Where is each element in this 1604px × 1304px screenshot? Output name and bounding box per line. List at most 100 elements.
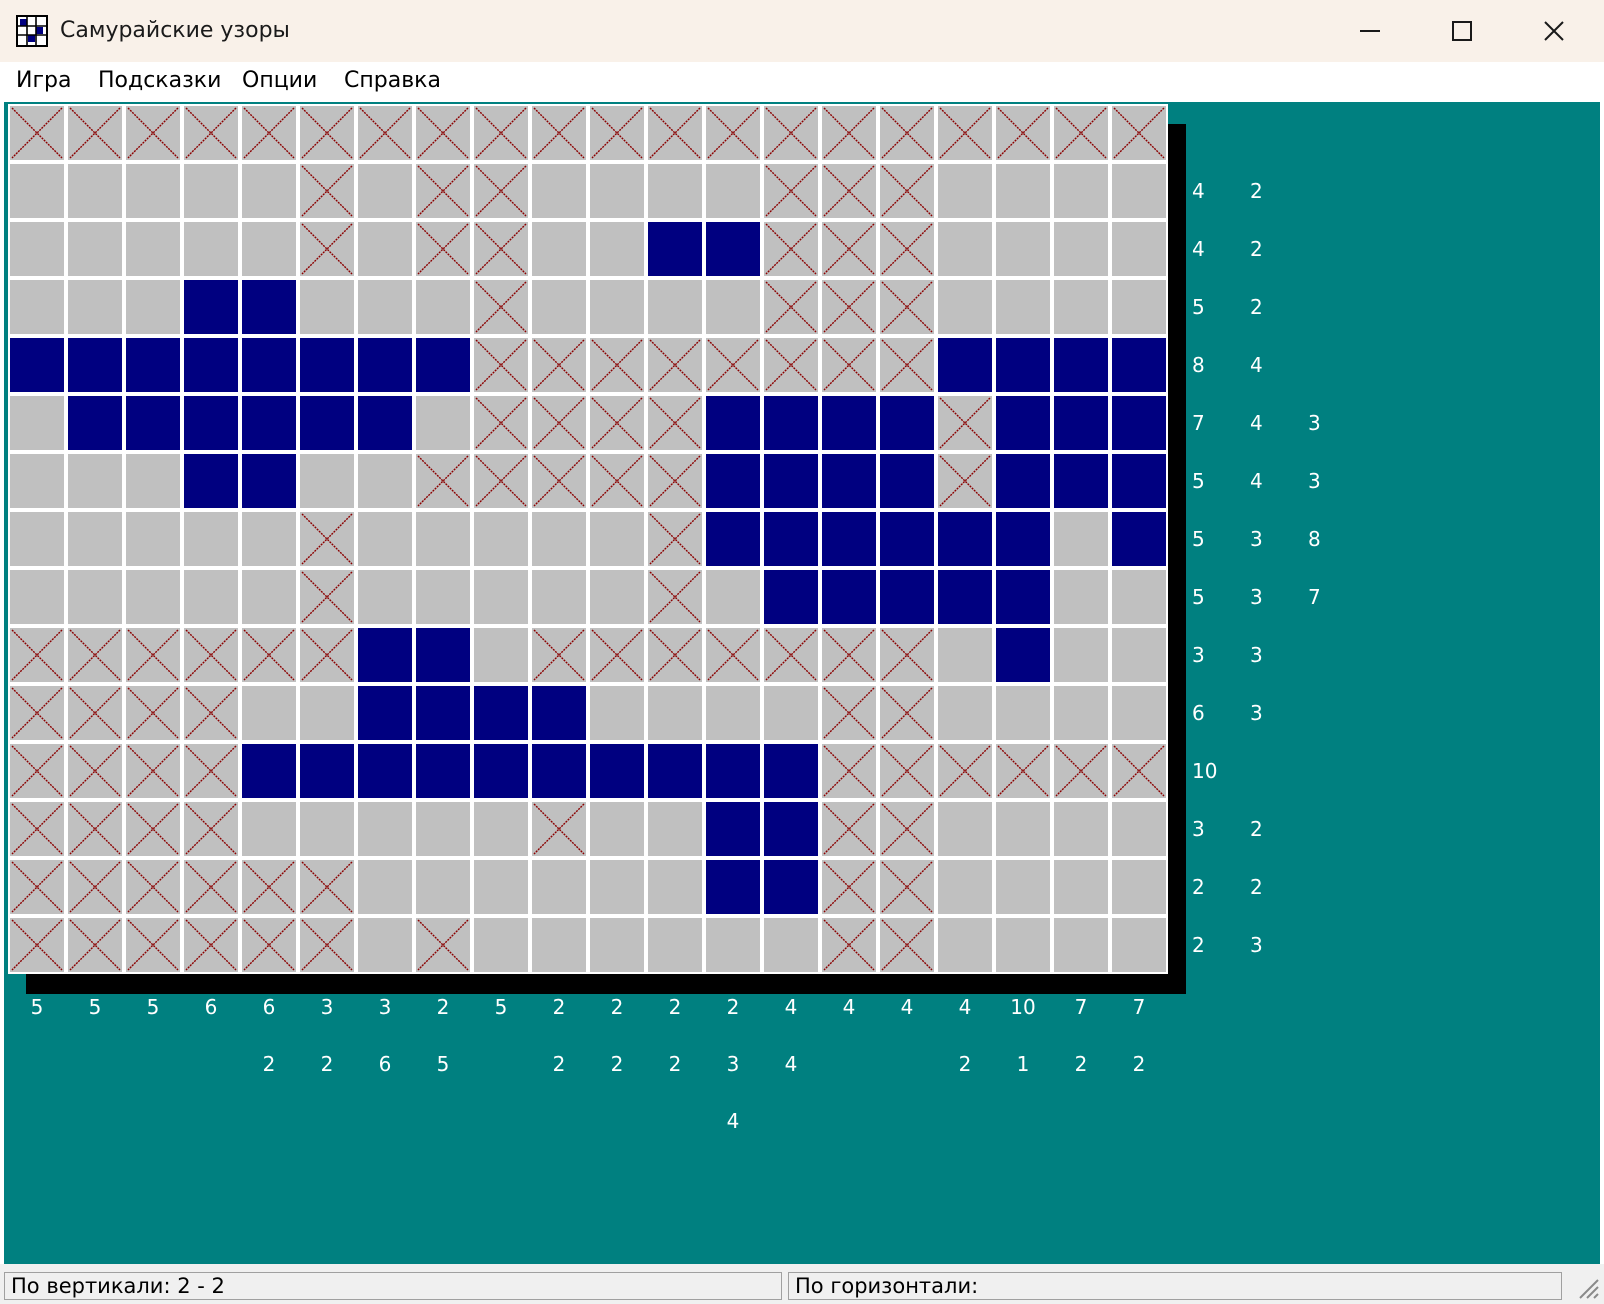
puzzle-cell[interactable] (1112, 860, 1166, 914)
puzzle-cell[interactable] (358, 628, 412, 682)
puzzle-cell[interactable] (10, 570, 64, 624)
puzzle-cell[interactable] (880, 570, 934, 624)
puzzle-cell[interactable] (184, 570, 238, 624)
puzzle-cell[interactable] (880, 454, 934, 508)
puzzle-cell[interactable] (10, 686, 64, 740)
puzzle-cell[interactable] (706, 338, 760, 392)
puzzle-cell[interactable] (590, 860, 644, 914)
puzzle-cell[interactable] (300, 860, 354, 914)
puzzle-cell[interactable] (10, 396, 64, 450)
menu-game[interactable]: Игра (16, 68, 71, 93)
puzzle-cell[interactable] (242, 454, 296, 508)
puzzle-cell[interactable] (706, 164, 760, 218)
puzzle-cell[interactable] (184, 396, 238, 450)
puzzle-cell[interactable] (68, 164, 122, 218)
puzzle-cell[interactable] (126, 338, 180, 392)
puzzle-cell[interactable] (474, 918, 528, 972)
puzzle-cell[interactable] (938, 338, 992, 392)
puzzle-cell[interactable] (764, 860, 818, 914)
puzzle-cell[interactable] (10, 860, 64, 914)
puzzle-cell[interactable] (300, 338, 354, 392)
puzzle-cell[interactable] (416, 744, 470, 798)
puzzle-cell[interactable] (590, 628, 644, 682)
puzzle-cell[interactable] (10, 106, 64, 160)
puzzle-cell[interactable] (242, 396, 296, 450)
puzzle-cell[interactable] (126, 280, 180, 334)
puzzle-cell[interactable] (68, 106, 122, 160)
puzzle-cell[interactable] (822, 280, 876, 334)
puzzle-cell[interactable] (358, 454, 412, 508)
puzzle-cell[interactable] (242, 222, 296, 276)
puzzle-cell[interactable] (996, 396, 1050, 450)
close-button[interactable] (1508, 0, 1600, 62)
puzzle-cell[interactable] (938, 918, 992, 972)
puzzle-cell[interactable] (938, 860, 992, 914)
puzzle-cell[interactable] (1112, 164, 1166, 218)
puzzle-cell[interactable] (532, 570, 586, 624)
puzzle-cell[interactable] (532, 396, 586, 450)
puzzle-cell[interactable] (706, 628, 760, 682)
puzzle-cell[interactable] (648, 222, 702, 276)
puzzle-cell[interactable] (648, 106, 702, 160)
puzzle-cell[interactable] (1112, 280, 1166, 334)
puzzle-cell[interactable] (300, 396, 354, 450)
puzzle-cell[interactable] (358, 338, 412, 392)
puzzle-cell[interactable] (1112, 686, 1166, 740)
puzzle-cell[interactable] (474, 106, 528, 160)
puzzle-cell[interactable] (10, 164, 64, 218)
puzzle-cell[interactable] (416, 918, 470, 972)
puzzle-cell[interactable] (532, 686, 586, 740)
puzzle-cell[interactable] (822, 860, 876, 914)
puzzle-cell[interactable] (10, 628, 64, 682)
puzzle-cell[interactable] (938, 686, 992, 740)
puzzle-cell[interactable] (822, 454, 876, 508)
puzzle-cell[interactable] (68, 338, 122, 392)
puzzle-cell[interactable] (358, 686, 412, 740)
puzzle-cell[interactable] (822, 222, 876, 276)
menu-help[interactable]: Справка (344, 68, 441, 93)
puzzle-cell[interactable] (126, 802, 180, 856)
puzzle-cell[interactable] (474, 164, 528, 218)
puzzle-cell[interactable] (68, 454, 122, 508)
puzzle-cell[interactable] (590, 686, 644, 740)
puzzle-cell[interactable] (126, 164, 180, 218)
puzzle-cell[interactable] (880, 338, 934, 392)
puzzle-cell[interactable] (706, 280, 760, 334)
puzzle-cell[interactable] (10, 744, 64, 798)
puzzle-cell[interactable] (648, 338, 702, 392)
puzzle-cell[interactable] (242, 338, 296, 392)
puzzle-cell[interactable] (880, 744, 934, 798)
puzzle-cell[interactable] (126, 860, 180, 914)
puzzle-cell[interactable] (938, 396, 992, 450)
puzzle-cell[interactable] (648, 918, 702, 972)
puzzle-cell[interactable] (1112, 918, 1166, 972)
puzzle-cell[interactable] (474, 802, 528, 856)
puzzle-cell[interactable] (184, 338, 238, 392)
puzzle-cell[interactable] (300, 454, 354, 508)
puzzle-cell[interactable] (764, 686, 818, 740)
puzzle-cell[interactable] (706, 396, 760, 450)
puzzle-cell[interactable] (416, 802, 470, 856)
puzzle-cell[interactable] (880, 686, 934, 740)
puzzle-cell[interactable] (1112, 744, 1166, 798)
puzzle-cell[interactable] (358, 106, 412, 160)
puzzle-cell[interactable] (938, 164, 992, 218)
puzzle-cell[interactable] (184, 860, 238, 914)
puzzle-cell[interactable] (68, 222, 122, 276)
puzzle-cell[interactable] (126, 106, 180, 160)
puzzle-cell[interactable] (764, 164, 818, 218)
puzzle-cell[interactable] (996, 918, 1050, 972)
puzzle-cell[interactable] (1054, 570, 1108, 624)
puzzle-cell[interactable] (68, 686, 122, 740)
puzzle-cell[interactable] (126, 744, 180, 798)
puzzle-cell[interactable] (938, 454, 992, 508)
puzzle-cell[interactable] (68, 802, 122, 856)
puzzle-cell[interactable] (358, 570, 412, 624)
puzzle-cell[interactable] (706, 454, 760, 508)
puzzle-cell[interactable] (184, 802, 238, 856)
puzzle-cell[interactable] (10, 512, 64, 566)
puzzle-cell[interactable] (822, 338, 876, 392)
puzzle-cell[interactable] (416, 512, 470, 566)
puzzle-cell[interactable] (532, 918, 586, 972)
puzzle-cell[interactable] (822, 744, 876, 798)
